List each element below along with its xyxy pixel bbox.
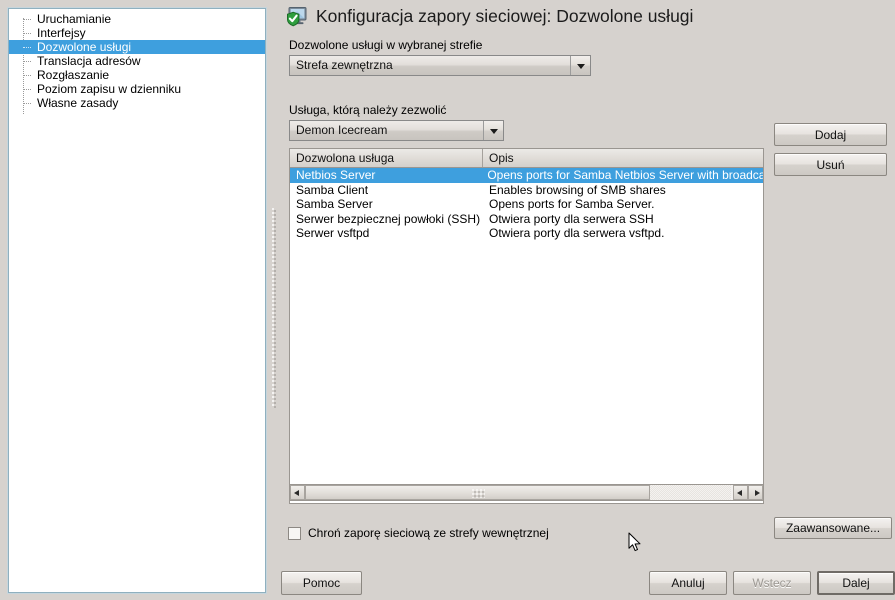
cell-description: Opens ports for Samba Netbios Server wit… [487, 168, 763, 182]
sidebar-item-translacja-adresow[interactable]: Translacja adresów [9, 54, 265, 68]
sidebar-item-poziom-zapisu[interactable]: Poziom zapisu w dzienniku [9, 82, 265, 96]
chevron-down-icon[interactable] [483, 121, 503, 140]
panel-splitter[interactable] [269, 8, 279, 593]
column-header-service[interactable]: Dozwolona usługa [290, 149, 483, 167]
sidebar-item-rozglaszanie[interactable]: Rozgłaszanie [9, 68, 265, 82]
protect-firewall-label: Chroń zaporę sieciową ze strefy wewnętrz… [308, 526, 549, 540]
next-button[interactable]: Dalej [817, 571, 895, 595]
tree-branch-icon [23, 33, 31, 34]
page-title: Konfiguracja zapory sieciowej: Dozwolone… [316, 5, 694, 26]
sidebar-item-dozwolone-uslugi[interactable]: Dozwolone usługi [9, 40, 265, 54]
sidebar-item-label: Dozwolone usługi [37, 40, 132, 54]
scrollbar-grip-icon [471, 488, 485, 498]
back-button: Wstecz [733, 571, 811, 595]
sidebar-item-label: Rozgłaszanie [37, 68, 110, 82]
sidebar-item-label: Własne zasady [37, 96, 119, 110]
cell-service: Serwer vsftpd [296, 226, 370, 240]
tree-branch-icon [23, 103, 31, 104]
scrollbar-thumb[interactable] [305, 485, 651, 500]
advanced-button[interactable]: Zaawansowane... [774, 517, 892, 539]
table-horizontal-scrollbar[interactable] [289, 484, 764, 501]
add-button[interactable]: Dodaj [774, 123, 887, 146]
cell-description: Enables browsing of SMB shares [489, 182, 666, 197]
zone-combobox-value: Strefa zewnętrzna [296, 58, 393, 72]
firewall-shield-monitor-icon [285, 4, 309, 28]
page-header: Konfiguracja zapory sieciowej: Dozwolone… [285, 4, 693, 28]
cell-service: Netbios Server [296, 168, 376, 182]
service-combobox[interactable]: Demon Icecream [289, 120, 504, 141]
navigation-tree-list[interactable]: Uruchamianie Interfejsy Dozwolone usługi… [9, 9, 265, 110]
table-row[interactable]: Serwer vsftpd Otwiera porty dla serwera … [290, 226, 763, 241]
navigation-tree-panel[interactable]: Uruchamianie Interfejsy Dozwolone usługi… [8, 8, 266, 593]
cancel-button[interactable]: Anuluj [649, 571, 727, 595]
tree-branch-icon [23, 75, 31, 76]
tree-branch-icon [23, 19, 31, 20]
cell-service: Serwer bezpiecznej powłoki (SSH) [296, 211, 481, 226]
service-combobox-value: Demon Icecream [296, 123, 388, 137]
remove-button[interactable]: Usuń [774, 153, 887, 176]
zone-combo-label: Dozwolone usługi w wybranej strefie [289, 38, 483, 52]
triangle-left-icon[interactable] [290, 485, 305, 500]
tree-branch-icon [23, 61, 31, 62]
table-row[interactable]: Serwer bezpiecznej powłoki (SSH) Otwiera… [290, 212, 763, 227]
zone-combobox[interactable]: Strefa zewnętrzna [289, 55, 591, 76]
cell-service: Samba Server [296, 197, 373, 211]
table-header-row: Dozwolona usługa Opis [290, 149, 763, 168]
service-combo-label: Usługa, którą należy zezwolić [289, 103, 447, 117]
triangle-right-icon[interactable] [748, 485, 763, 500]
sidebar-item-label: Uruchamianie [37, 12, 112, 26]
sidebar-item-label: Translacja adresów [37, 54, 141, 68]
sidebar-item-label: Interfejsy [37, 26, 86, 40]
sidebar-item-uruchamianie[interactable]: Uruchamianie [9, 12, 265, 26]
table-body[interactable]: Netbios Server Opens ports for Samba Net… [290, 168, 763, 502]
table-row[interactable]: Samba Server Opens ports for Samba Serve… [290, 197, 763, 212]
help-button[interactable]: Pomoc [281, 571, 362, 595]
cell-service: Samba Client [296, 182, 369, 197]
table-row[interactable]: Samba Client Enables browsing of SMB sha… [290, 183, 763, 198]
cell-description: Otwiera porty dla serwera SSH [489, 211, 654, 226]
tree-branch-icon [23, 47, 31, 48]
protect-firewall-checkbox-row[interactable]: Chroń zaporę sieciową ze strefy wewnętrz… [288, 526, 549, 540]
sidebar-item-wlasne-zasady[interactable]: Własne zasady [9, 96, 265, 110]
column-header-description[interactable]: Opis [483, 149, 763, 167]
allowed-services-table[interactable]: Dozwolona usługa Opis Netbios Server Ope… [289, 148, 764, 504]
sidebar-item-label: Poziom zapisu w dzienniku [37, 82, 182, 96]
cell-description: Opens ports for Samba Server. [489, 197, 655, 211]
chevron-down-icon[interactable] [570, 56, 590, 75]
scrollbar-track[interactable] [305, 485, 731, 500]
table-row[interactable]: Netbios Server Opens ports for Samba Net… [290, 168, 763, 183]
triangle-left-icon[interactable] [733, 485, 748, 500]
tree-branch-icon [23, 89, 31, 90]
scrollbar-arrow-pair[interactable] [733, 485, 763, 500]
sidebar-item-interfejsy[interactable]: Interfejsy [9, 26, 265, 40]
protect-firewall-checkbox[interactable] [288, 526, 301, 540]
cell-description: Otwiera porty dla serwera vsftpd. [489, 226, 665, 240]
splitter-grip-icon[interactable] [272, 208, 276, 408]
main-content-pane: Konfiguracja zapory sieciowej: Dozwolone… [280, 0, 895, 600]
